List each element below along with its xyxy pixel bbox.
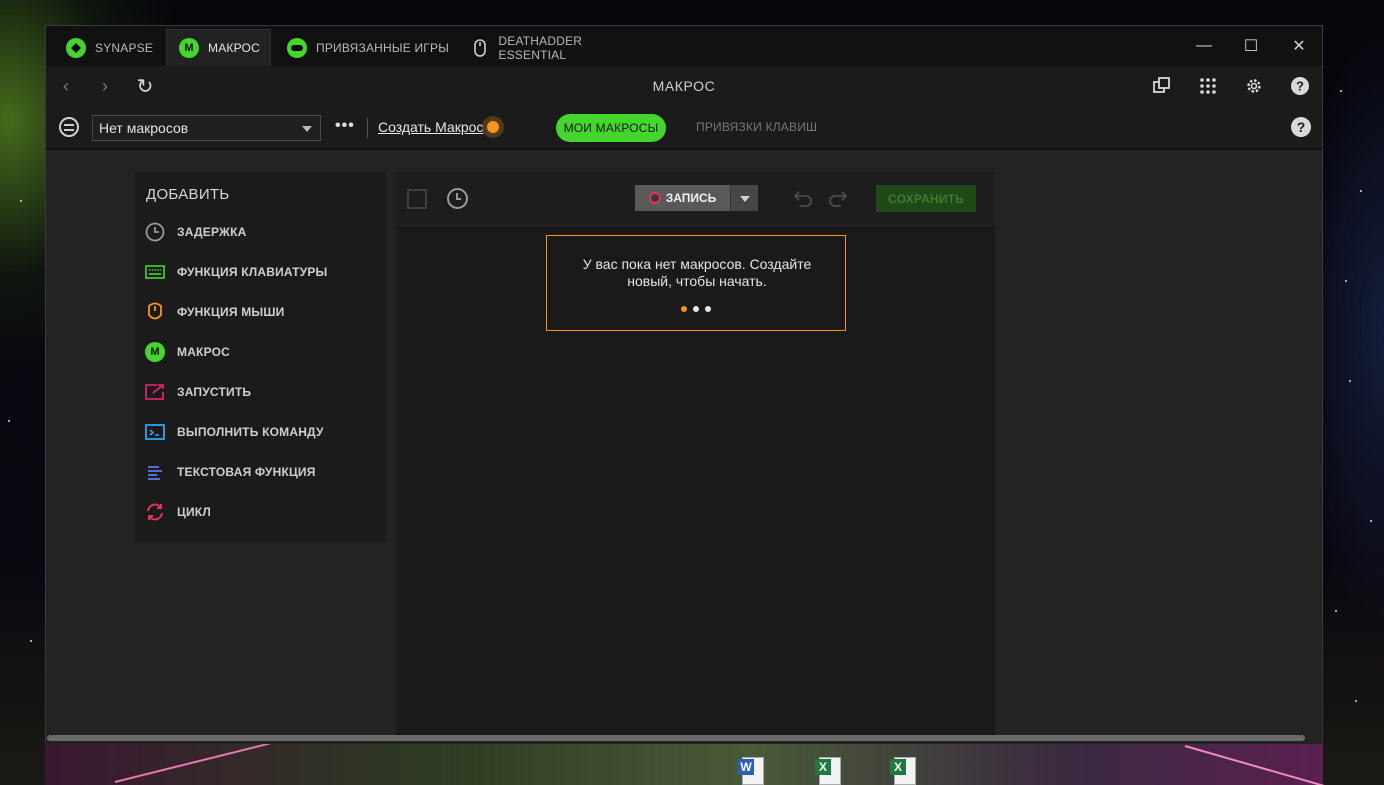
- excel-document-icon[interactable]: X: [815, 755, 845, 785]
- tooltip-pager: [547, 306, 845, 312]
- pager-dot[interactable]: [705, 306, 711, 312]
- macro-select[interactable]: Нет макросов: [92, 115, 321, 141]
- add-delay-item[interactable]: ЗАДЕРЖКА: [145, 220, 246, 244]
- tab-synapse[interactable]: SYNAPSE: [66, 29, 176, 66]
- add-loop-item[interactable]: ЦИКЛ: [145, 500, 211, 524]
- support-icon[interactable]: ?: [1289, 75, 1311, 97]
- add-item-label: ТЕКСТОВАЯ ФУНКЦИЯ: [177, 465, 316, 479]
- macro-m-icon: M: [179, 38, 199, 58]
- record-button[interactable]: ЗАПИСЬ: [635, 185, 730, 211]
- synapse-window: SYNAPSE M МАКРОС ПРИВЯЗАННЫЕ ИГРЫ DEATHA…: [45, 25, 1323, 744]
- delay-settings-icon[interactable]: [447, 188, 468, 209]
- minimize-button[interactable]: —: [1192, 34, 1216, 58]
- tab-my-macros[interactable]: МОИ МАКРОСЫ: [556, 114, 666, 142]
- tab-key-bindings[interactable]: ПРИВЯЗКИ КЛАВИШ: [696, 120, 817, 134]
- tab-macro[interactable]: M МАКРОС: [166, 29, 271, 66]
- mouse-icon: [145, 302, 165, 322]
- apps-grid-icon[interactable]: [1197, 75, 1219, 97]
- excel-document-icon[interactable]: X: [890, 755, 920, 785]
- text-lines-icon: [145, 462, 165, 482]
- tab-label: DEATHADDER ESSENTIAL: [498, 33, 583, 62]
- gamepad-icon: [287, 37, 307, 58]
- pager-dot[interactable]: [693, 306, 699, 312]
- close-button[interactable]: ✕: [1287, 34, 1311, 58]
- add-launch-item[interactable]: ЗАПУСТИТЬ: [145, 380, 251, 404]
- add-mouse-item[interactable]: ФУНКЦИЯ МЫШИ: [145, 300, 284, 324]
- add-macro-item[interactable]: M МАКРОС: [145, 340, 230, 364]
- add-item-label: МАКРОС: [177, 345, 231, 359]
- page-title: МАКРОС: [652, 78, 716, 94]
- more-options-button[interactable]: •••: [335, 117, 355, 135]
- macro-m-icon: M: [145, 342, 165, 362]
- macro-select-value: Нет макросов: [99, 120, 189, 136]
- save-button[interactable]: СОХРАНИТЬ: [876, 185, 976, 212]
- word-document-icon[interactable]: W: [738, 755, 768, 785]
- undo-icon[interactable]: [792, 188, 814, 210]
- gear-icon[interactable]: [1243, 75, 1265, 97]
- maximize-button[interactable]: ☐: [1239, 34, 1263, 58]
- record-dot-icon: [648, 192, 661, 204]
- title-bar: SYNAPSE M МАКРОС ПРИВЯЗАННЫЕ ИГРЫ DEATHA…: [46, 26, 1322, 66]
- add-item-label: ЗАДЕРЖКА: [177, 225, 247, 239]
- horizontal-scrollbar[interactable]: [47, 735, 1305, 741]
- editor-toolbar: ЗАПИСЬ СОХРАНИТЬ: [396, 172, 995, 226]
- add-text-item[interactable]: ТЕКСТОВАЯ ФУНКЦИЯ: [145, 460, 316, 484]
- tooltip-text: У вас пока нет макросов. Создайте новый,…: [582, 256, 812, 289]
- svg-text:?: ?: [1296, 79, 1304, 94]
- divider: [367, 118, 368, 138]
- add-item-label: ЗАПУСТИТЬ: [177, 385, 252, 399]
- add-panel: ДОБАВИТЬ ЗАДЕРЖКА ФУНКЦИЯ КЛАВИАТУРЫ ФУН…: [135, 172, 386, 542]
- record-label: ЗАПИСЬ: [665, 191, 717, 205]
- loop-icon: [145, 502, 165, 522]
- keyboard-icon: [145, 262, 165, 282]
- pager-dot[interactable]: [681, 306, 687, 312]
- add-run-command-item[interactable]: ВЫПОЛНИТЬ КОМАНДУ: [145, 420, 324, 444]
- header: ‹ › ↻ МАКРОС ?: [46, 66, 1322, 106]
- onboarding-tooltip: У вас пока нет макросов. Создайте новый,…: [546, 235, 846, 331]
- tab-label: МАКРОС: [208, 41, 260, 55]
- redo-icon[interactable]: [827, 188, 849, 210]
- record-options-dropdown[interactable]: [730, 185, 758, 211]
- desktop-wallpaper: [45, 742, 1359, 785]
- tab-deathadder[interactable]: DEATHADDER ESSENTIAL: [471, 29, 641, 66]
- help-icon[interactable]: ?: [1291, 117, 1311, 137]
- copy-device-icon[interactable]: [1151, 75, 1173, 97]
- main-content: ДОБАВИТЬ ЗАДЕРЖКА ФУНКЦИЯ КЛАВИАТУРЫ ФУН…: [46, 152, 1322, 744]
- create-macro-link[interactable]: Создать Макрос: [378, 119, 483, 135]
- launch-icon: [145, 382, 165, 402]
- select-all-checkbox[interactable]: [407, 189, 427, 209]
- mouse-icon: [471, 38, 489, 58]
- add-item-label: ФУНКЦИЯ КЛАВИАТУРЫ: [177, 265, 328, 279]
- tab-label: ПРИВЯЗАННЫЕ ИГРЫ: [316, 40, 450, 55]
- add-item-label: ФУНКЦИЯ МЫШИ: [177, 305, 285, 319]
- tab-label: SYNAPSE: [95, 40, 154, 55]
- layers-icon[interactable]: [59, 117, 79, 137]
- add-item-label: ВЫПОЛНИТЬ КОМАНДУ: [177, 425, 324, 439]
- macro-editor: ЗАПИСЬ СОХРАНИТЬ У вас пока нет макросов…: [396, 172, 995, 738]
- add-item-label: ЦИКЛ: [177, 505, 211, 519]
- hint-pulse-icon: [487, 121, 499, 133]
- clock-icon: [145, 222, 165, 242]
- terminal-icon: [145, 422, 165, 442]
- add-keyboard-item[interactable]: ФУНКЦИЯ КЛАВИАТУРЫ: [145, 260, 328, 284]
- macro-toolbar: Нет макросов ••• Создать Макрос МОИ МАКР…: [46, 106, 1322, 150]
- razer-snake-icon: [66, 37, 86, 58]
- add-panel-title: ДОБАВИТЬ: [146, 186, 230, 203]
- chevron-down-icon: [302, 126, 312, 132]
- tab-linked-games[interactable]: ПРИВЯЗАННЫЕ ИГРЫ: [287, 29, 452, 66]
